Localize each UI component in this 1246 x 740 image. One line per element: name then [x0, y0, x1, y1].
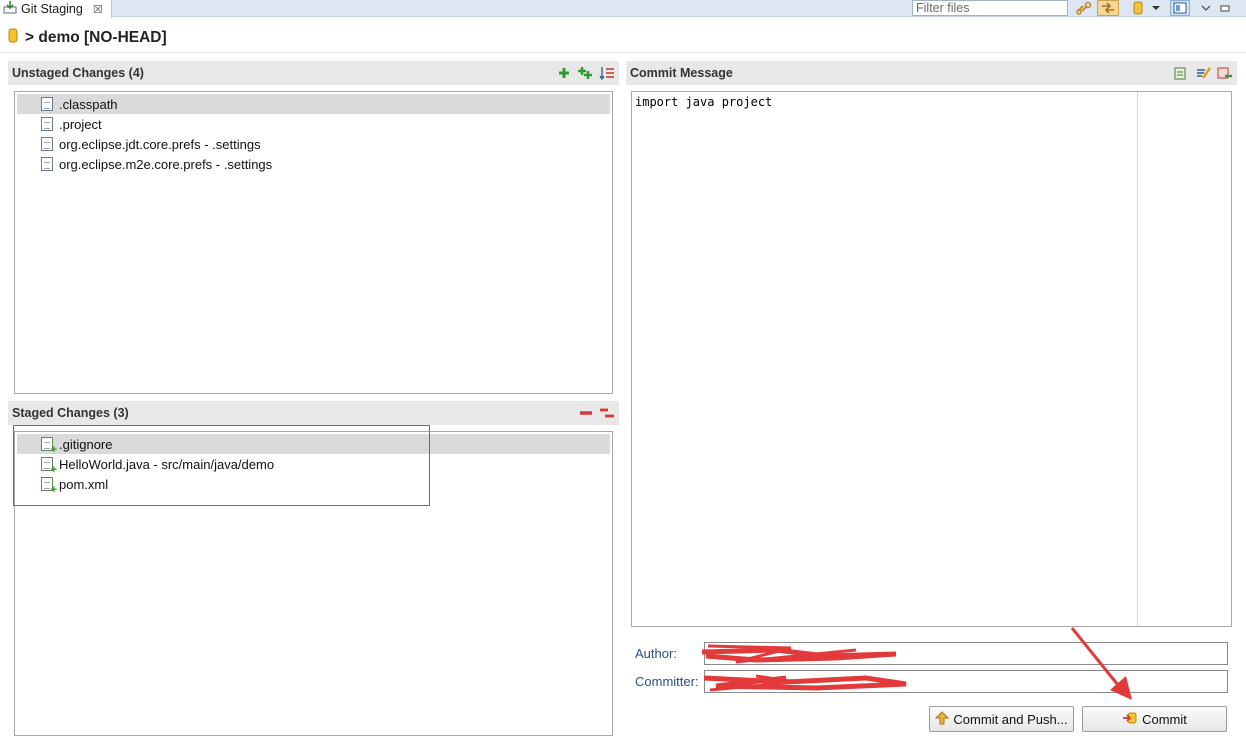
- filter-files-input[interactable]: Filter files: [912, 0, 1068, 16]
- remove-all-from-index-icon[interactable]: [599, 406, 615, 423]
- commit-label: Commit: [1142, 711, 1187, 727]
- sort-list-icon[interactable]: [599, 66, 615, 83]
- layout-icon[interactable]: [1170, 0, 1190, 16]
- file-icon: [41, 117, 53, 131]
- commit-button[interactable]: Commit: [1082, 706, 1227, 732]
- unstaged-files-list[interactable]: .classpath .project org.eclipse.jdt.core…: [14, 91, 613, 394]
- minimize-icon[interactable]: [1218, 0, 1232, 16]
- file-icon: [41, 137, 53, 151]
- file-name: org.eclipse.jdt.core.prefs - .settings: [59, 136, 261, 152]
- file-name: .classpath: [59, 96, 118, 112]
- git-staging-tab-label: Git Staging: [21, 2, 83, 16]
- repository-icon: [8, 28, 18, 48]
- committer-label: Committer:: [635, 674, 699, 689]
- chevron-down-icon[interactable]: [1150, 0, 1162, 16]
- push-icon: [935, 710, 950, 728]
- author-label: Author:: [635, 646, 677, 661]
- annotation-highlight-box: [13, 425, 430, 506]
- view-menu-icon[interactable]: [1199, 0, 1213, 16]
- repository-header: > demo [NO-HEAD]: [8, 27, 167, 49]
- repository-path: > demo [NO-HEAD]: [25, 29, 167, 46]
- list-item[interactable]: .project: [17, 114, 610, 134]
- commit-message-title: Commit Message: [630, 66, 733, 80]
- annotation-arrow: [1070, 627, 1132, 700]
- git-staging-icon: [3, 1, 17, 17]
- add-to-index-icon[interactable]: [557, 66, 571, 83]
- commit-message-editor[interactable]: import java project: [631, 91, 1232, 627]
- remove-from-index-icon[interactable]: [579, 406, 593, 423]
- file-name: .project: [59, 116, 102, 132]
- file-icon: [41, 157, 53, 171]
- commit-and-push-button[interactable]: Commit and Push...: [929, 706, 1074, 732]
- add-change-id-icon[interactable]: [1217, 66, 1233, 83]
- list-item[interactable]: .classpath: [17, 94, 610, 114]
- commit-message-text[interactable]: import java project: [632, 92, 1231, 112]
- commit-message-header: Commit Message: [626, 61, 1237, 85]
- staged-changes-title: Staged Changes (3): [12, 406, 129, 420]
- unstaged-changes-title: Unstaged Changes (4): [12, 66, 144, 80]
- list-item[interactable]: org.eclipse.m2e.core.prefs - .settings: [17, 154, 610, 174]
- compare-mode-icon[interactable]: [1097, 0, 1119, 16]
- add-signed-off-by-icon[interactable]: [1173, 66, 1189, 83]
- redaction-scribble: [701, 644, 907, 692]
- margin-ruler: [1137, 92, 1138, 626]
- amend-commit-icon[interactable]: [1195, 66, 1211, 83]
- link-with-editor-icon[interactable]: [1074, 0, 1094, 16]
- list-item[interactable]: org.eclipse.jdt.core.prefs - .settings: [17, 134, 610, 154]
- staged-changes-header: Staged Changes (3): [8, 401, 619, 425]
- file-icon: [41, 97, 53, 111]
- divider: [0, 52, 1246, 53]
- file-name: org.eclipse.m2e.core.prefs - .settings: [59, 156, 273, 172]
- git-staging-tab[interactable]: Git Staging ☒: [0, 0, 112, 18]
- close-icon[interactable]: ☒: [93, 3, 103, 16]
- commit-icon: [1122, 711, 1138, 728]
- add-all-to-index-icon[interactable]: [577, 66, 593, 83]
- commit-and-push-label: Commit and Push...: [953, 711, 1068, 727]
- repository-icon[interactable]: [1130, 0, 1146, 16]
- unstaged-changes-header: Unstaged Changes (4): [8, 61, 619, 85]
